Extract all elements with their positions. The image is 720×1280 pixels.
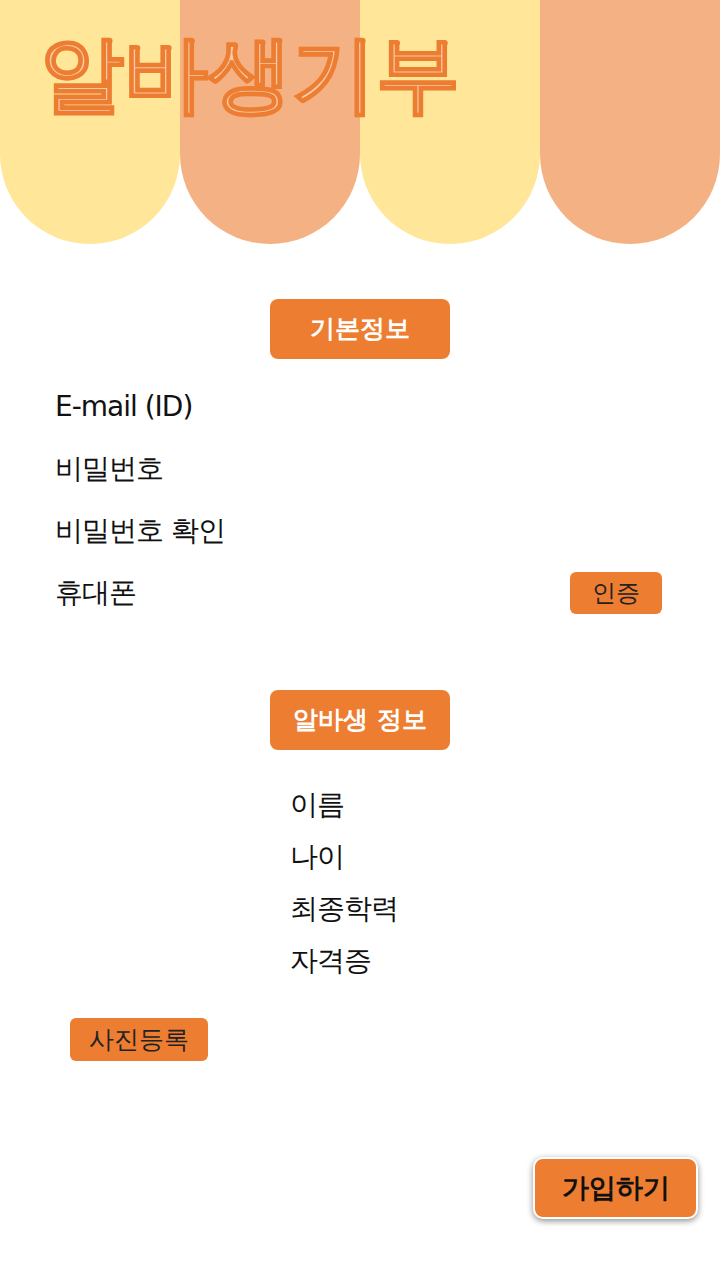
field-row: 비밀번호 [55, 438, 662, 500]
signup-button[interactable]: 가입하기 [533, 1157, 698, 1219]
basic-info-section: 기본정보 E-mail (ID) 비밀번호비밀번호 확인휴대폰 인증 [0, 244, 720, 624]
field-label[interactable]: 이름 [290, 784, 344, 826]
field-row: 이름 [290, 779, 720, 831]
field-row: 휴대폰 인증 [55, 562, 662, 624]
field-row: 자격증 [290, 935, 720, 987]
field-label[interactable]: 나이 [290, 836, 344, 878]
section-badge: 알바생 정보 [270, 690, 450, 750]
photo-upload-button[interactable]: 사진등록 [70, 1018, 208, 1061]
awning-stripe [540, 0, 720, 244]
basic-field-list: E-mail (ID) 비밀번호비밀번호 확인휴대폰 인증 [0, 376, 720, 624]
field-label[interactable]: 휴대폰 [55, 572, 136, 614]
app-title: 알바생기부 [40, 24, 460, 125]
field-label[interactable]: 자격증 [290, 940, 371, 982]
worker-field-list: 이름나이최종학력자격증 [0, 779, 720, 987]
signup-screen: 알바생기부 기본정보 E-mail (ID) 비밀번호비밀번호 확인휴대폰 인증 알… [0, 0, 720, 1280]
field-row: E-mail (ID) [55, 376, 662, 438]
verify-button[interactable]: 인증 [570, 572, 662, 614]
field-label[interactable]: 비밀번호 확인 [55, 510, 225, 552]
field-row: 최종학력 [290, 883, 720, 935]
field-row: 비밀번호 확인 [55, 500, 662, 562]
field-label[interactable]: 비밀번호 [55, 448, 163, 490]
field-label[interactable]: E-mail (ID) [55, 386, 192, 428]
field-label[interactable]: 최종학력 [290, 888, 398, 930]
section-badge: 기본정보 [270, 299, 450, 359]
field-row: 나이 [290, 831, 720, 883]
awning-header: 알바생기부 [0, 0, 720, 244]
worker-info-section: 알바생 정보 이름나이최종학력자격증 [0, 624, 720, 987]
